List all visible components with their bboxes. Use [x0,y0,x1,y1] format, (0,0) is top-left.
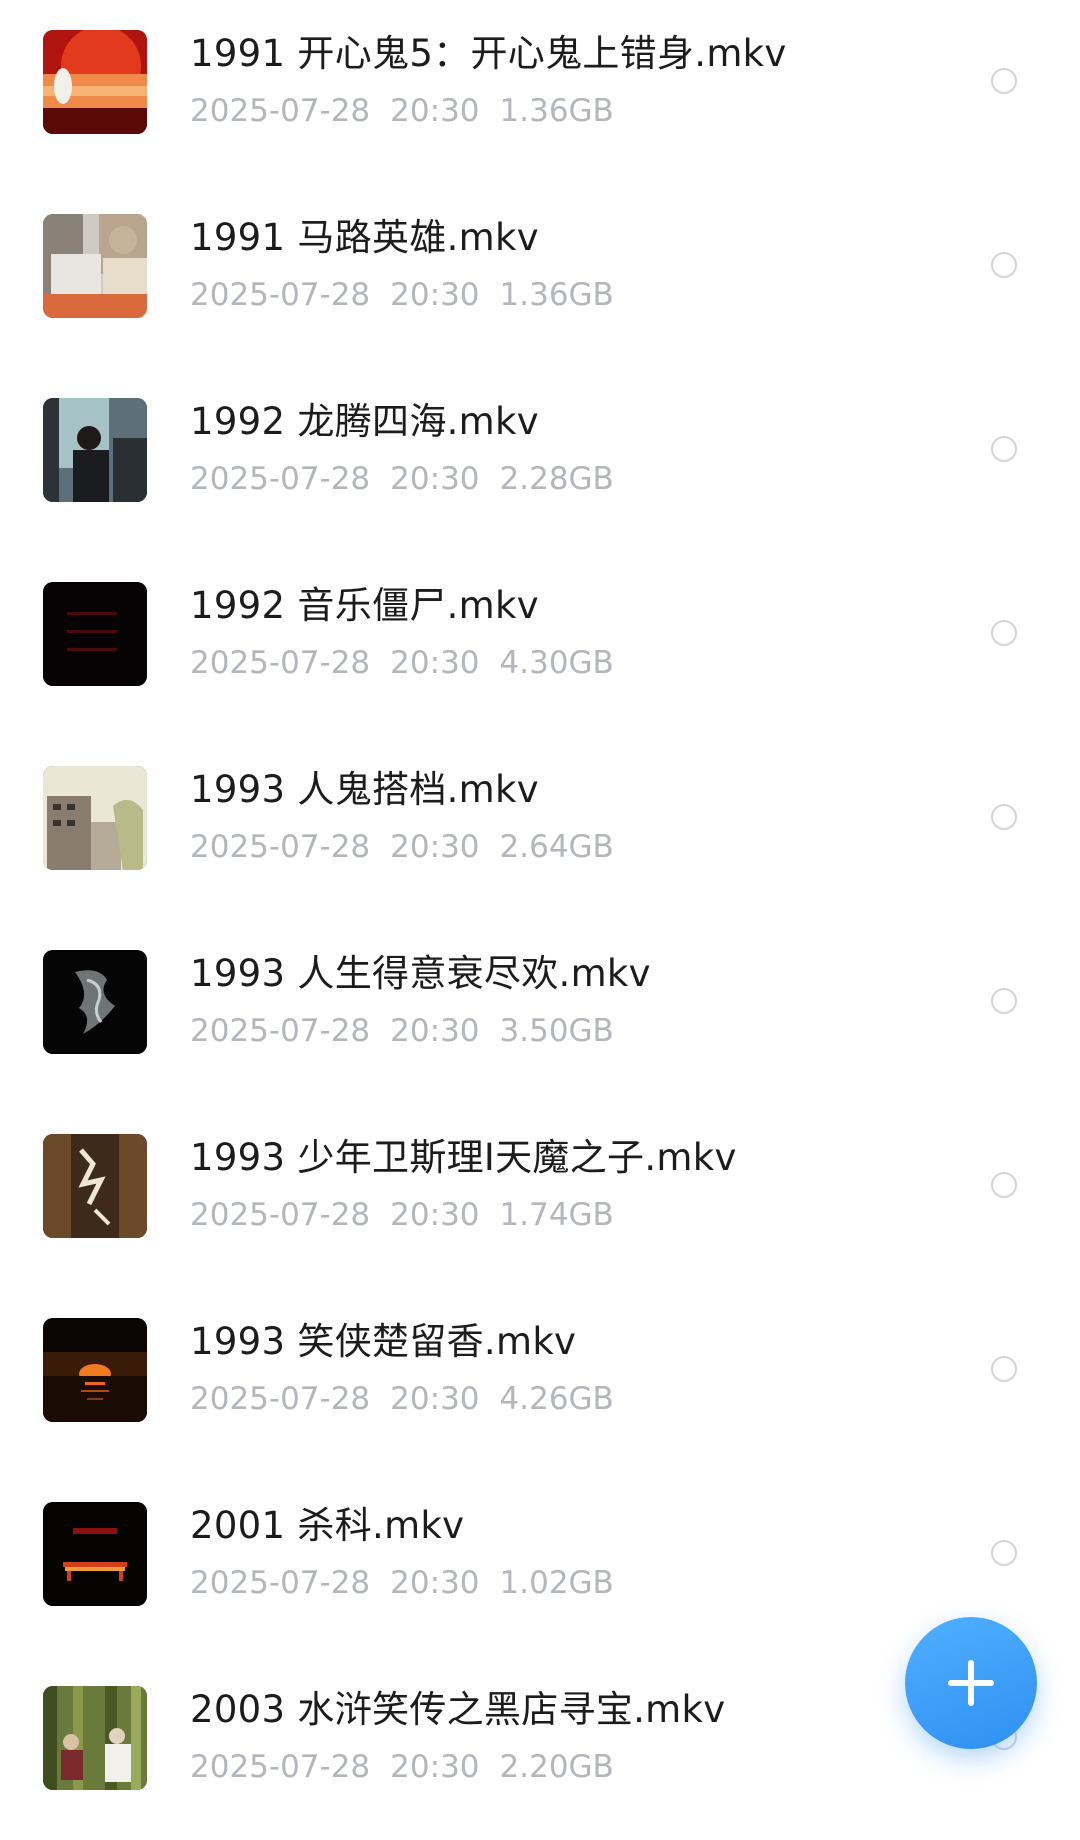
file-list: 1991 开心鬼5：开心鬼上错身.mkv 2025-07-28 20:30 1.36… [0,0,1080,1835]
file-date: 2025-07-28 [190,645,371,681]
video-thumbnail [43,1502,147,1606]
select-radio[interactable] [991,620,1017,646]
file-time: 20:30 [390,1749,480,1785]
file-size: 2.64GB [499,829,614,865]
file-size: 2.28GB [499,461,614,497]
file-meta: 2025-07-28 20:30 4.26GB [190,1378,634,1420]
file-time: 20:30 [390,1197,480,1233]
file-size: 1.36GB [499,277,614,313]
file-time: 20:30 [390,1381,480,1417]
file-name: 2001 杀科.mkv [190,1504,465,1547]
file-time: 20:30 [390,461,480,497]
file-size: 4.30GB [499,645,614,681]
select-radio[interactable] [991,436,1017,462]
file-date: 2025-07-28 [190,829,371,865]
file-time: 20:30 [390,1013,480,1049]
file-size: 2.20GB [499,1749,614,1785]
plus-icon [948,1660,994,1706]
select-radio[interactable] [991,1172,1017,1198]
video-thumbnail [43,766,147,870]
file-row[interactable]: 1993 笑侠楚留香.mkv 2025-07-28 20:30 4.26GB [0,1288,1080,1472]
file-date: 2025-07-28 [190,93,371,129]
file-name: 1993 笑侠楚留香.mkv [190,1320,577,1363]
file-name: 1991 开心鬼5：开心鬼上错身.mkv [190,32,787,75]
file-row[interactable]: 1992 龙腾四海.mkv 2025-07-28 20:30 2.28GB [0,368,1080,552]
file-row[interactable]: 1993 人生得意衰尽欢.mkv 2025-07-28 20:30 3.50GB [0,920,1080,1104]
video-thumbnail [43,214,147,318]
file-date: 2025-07-28 [190,277,371,313]
video-thumbnail [43,398,147,502]
file-time: 20:30 [390,277,480,313]
file-size: 4.26GB [499,1381,614,1417]
video-thumbnail [43,582,147,686]
file-row[interactable]: 1993 人鬼搭档.mkv 2025-07-28 20:30 2.64GB [0,736,1080,920]
file-row[interactable]: 1991 开心鬼5：开心鬼上错身.mkv 2025-07-28 20:30 1.36… [0,0,1080,184]
file-time: 20:30 [390,93,480,129]
video-thumbnail [43,950,147,1054]
file-row[interactable]: 1993 少年卫斯理I天魔之子.mkv 2025-07-28 20:30 1.74G… [0,1104,1080,1288]
file-meta: 2025-07-28 20:30 1.02GB [190,1562,634,1604]
file-name: 1992 音乐僵尸.mkv [190,584,539,627]
file-meta: 2025-07-28 20:30 1.36GB [190,90,634,132]
file-meta: 2025-07-28 20:30 3.50GB [190,1010,634,1052]
file-row[interactable]: 1992 音乐僵尸.mkv 2025-07-28 20:30 4.30GB [0,552,1080,736]
select-radio[interactable] [991,1356,1017,1382]
file-time: 20:30 [390,645,480,681]
file-date: 2025-07-28 [190,1565,371,1601]
file-meta: 2025-07-28 20:30 2.20GB [190,1746,634,1788]
file-size: 1.02GB [499,1565,614,1601]
file-date: 2025-07-28 [190,461,371,497]
file-row[interactable]: 1991 马路英雄.mkv 2025-07-28 20:30 1.36GB [0,184,1080,368]
add-button[interactable] [905,1617,1037,1749]
file-row[interactable]: 2001 杀科.mkv 2025-07-28 20:30 1.02GB [0,1472,1080,1656]
file-name: 1993 人生得意衰尽欢.mkv [190,952,651,995]
video-thumbnail [43,1134,147,1238]
select-radio[interactable] [991,252,1017,278]
file-time: 20:30 [390,1565,480,1601]
file-size: 1.36GB [499,93,614,129]
file-name: 1993 人鬼搭档.mkv [190,768,539,811]
file-date: 2025-07-28 [190,1197,371,1233]
file-meta: 2025-07-28 20:30 2.64GB [190,826,634,868]
select-radio[interactable] [991,1540,1017,1566]
file-meta: 2025-07-28 20:30 4.30GB [190,642,634,684]
file-name: 1992 龙腾四海.mkv [190,400,539,443]
video-thumbnail [43,30,147,134]
video-thumbnail [43,1686,147,1790]
file-date: 2025-07-28 [190,1013,371,1049]
file-name: 2003 水浒笑传之黑店寻宝.mkv [190,1688,726,1731]
file-meta: 2025-07-28 20:30 1.74GB [190,1194,634,1236]
video-thumbnail [43,1318,147,1422]
select-radio[interactable] [991,804,1017,830]
file-meta: 2025-07-28 20:30 2.28GB [190,458,634,500]
file-size: 3.50GB [499,1013,614,1049]
file-time: 20:30 [390,829,480,865]
file-size: 1.74GB [499,1197,614,1233]
file-name: 1993 少年卫斯理I天魔之子.mkv [190,1136,737,1179]
select-radio[interactable] [991,988,1017,1014]
file-name: 1991 马路英雄.mkv [190,216,539,259]
select-radio[interactable] [991,68,1017,94]
file-meta: 2025-07-28 20:30 1.36GB [190,274,634,316]
file-date: 2025-07-28 [190,1749,371,1785]
file-date: 2025-07-28 [190,1381,371,1417]
